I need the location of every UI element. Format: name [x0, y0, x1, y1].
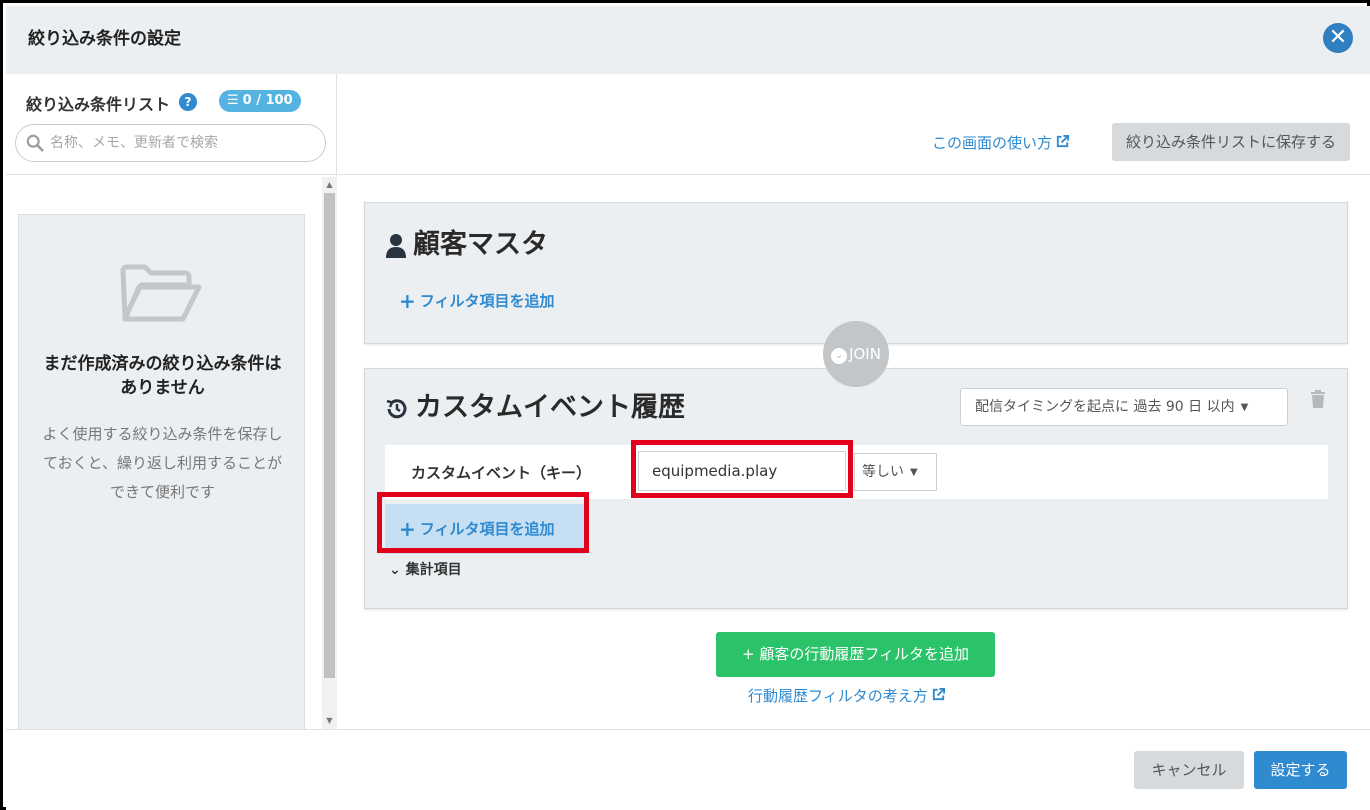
howto-link-label: この画面の使い方 — [931, 134, 1052, 152]
custom-event-card: カスタムイベント履歴 配信タイミングを起点に 過去 90 日 以内 ▼ カスタムイ… — [364, 368, 1348, 609]
plus-icon: + — [399, 517, 416, 541]
join-button[interactable]: ⌄ JOIN — [823, 321, 889, 387]
user-icon — [386, 233, 406, 258]
external-link-icon — [1056, 134, 1070, 148]
dialog-footer: キャンセル 設定する — [6, 729, 1370, 810]
howto-link[interactable]: この画面の使い方 — [932, 132, 1070, 153]
join-label: JOIN — [849, 345, 881, 363]
add-filter-label: フィルタ項目を追加 — [419, 292, 555, 310]
scroll-up-icon[interactable]: ▲ — [325, 181, 334, 189]
editor-toolbar: この画面の使い方 絞り込み条件リストに保存する — [338, 74, 1370, 175]
list-count-text: 0 / 100 — [242, 93, 293, 108]
add-filter-button-master[interactable]: + フィルタ項目を追加 — [399, 289, 554, 313]
empty-state-title: まだ作成済みの絞り込み条件はありません — [43, 354, 282, 398]
dialog-title: 絞り込み条件の設定 — [28, 29, 181, 49]
custom-event-title-text: カスタムイベント履歴 — [415, 392, 685, 423]
timing-select[interactable]: 配信タイミングを起点に 過去 90 日 以内 ▼ — [960, 388, 1288, 426]
search-box[interactable] — [15, 124, 326, 162]
chevron-down-icon: ⌄ — [831, 348, 848, 364]
aggregate-toggle[interactable]: ⌄ 集計項目 — [389, 559, 462, 579]
dialog: 絞り込み条件の設定 ✕ 絞り込み条件リスト ? ☰0 / 100 まだ作成済みの… — [0, 0, 1370, 810]
plus-icon: + — [399, 289, 416, 313]
add-filter-button-event[interactable]: + フィルタ項目を追加 — [385, 504, 585, 554]
filter-condition-row: カスタムイベント（キー） equipmedia.play 等しい ▼ — [385, 445, 1328, 499]
customer-master-title-text: 顧客マスタ — [413, 229, 548, 260]
external-link-icon — [932, 687, 945, 701]
plus-icon: + — [741, 645, 760, 663]
scroll-down-icon[interactable]: ▼ — [325, 717, 334, 725]
history-icon — [386, 398, 407, 418]
condition-value-input[interactable]: equipmedia.play — [638, 451, 846, 491]
caret-down-icon: ▼ — [1240, 402, 1249, 413]
folder-open-icon — [120, 264, 202, 322]
history-filter-guide-link[interactable]: 行動履歴フィルタの考え方 — [748, 685, 946, 706]
custom-event-title: カスタムイベント履歴 — [385, 385, 685, 424]
add-filter-label: フィルタ項目を追加 — [419, 520, 555, 538]
scrollbar-thumb[interactable] — [324, 193, 335, 678]
condition-list-body: まだ作成済みの絞り込み条件はありません よく使用する絞り込み条件を保存しておくと… — [6, 175, 337, 734]
empty-state-description: よく使用する絞り込み条件を保存しておくと、繰り返し利用することができて便利です — [42, 425, 283, 501]
trash-icon[interactable] — [1309, 389, 1327, 409]
cancel-button[interactable]: キャンセル — [1134, 751, 1244, 789]
condition-label: カスタムイベント（キー） — [411, 464, 592, 482]
list-icon: ☰ — [227, 93, 239, 108]
apply-button[interactable]: 設定する — [1254, 751, 1347, 789]
caret-down-icon: ▼ — [910, 467, 918, 478]
condition-list-title: 絞り込み条件リスト — [26, 95, 171, 114]
sidebar-scrollbar[interactable]: ▲ ▼ — [322, 177, 337, 729]
list-count-badge: ☰ 0 / 100 — [219, 90, 301, 112]
search-input[interactable] — [50, 131, 320, 155]
operator-select[interactable]: 等しい ▼ — [854, 453, 937, 491]
operator-value: 等しい — [862, 464, 904, 480]
aggregate-label: 集計項目 — [405, 562, 462, 578]
add-history-filter-label: 顧客の行動履歴フィルタを追加 — [759, 645, 970, 663]
timing-select-value: 配信タイミングを起点に 過去 90 日 以内 — [975, 399, 1235, 415]
customer-master-title: 顧客マスタ — [385, 222, 548, 261]
save-to-list-button[interactable]: 絞り込み条件リストに保存する — [1111, 123, 1350, 161]
close-icon[interactable]: ✕ — [1323, 23, 1353, 53]
help-icon[interactable]: ? — [179, 93, 197, 111]
dialog-header: 絞り込み条件の設定 ✕ — [6, 6, 1370, 74]
search-icon — [26, 134, 44, 152]
history-link-label: 行動履歴フィルタの考え方 — [748, 687, 928, 705]
empty-state: まだ作成済みの絞り込み条件はありません よく使用する絞り込み条件を保存しておくと… — [18, 214, 305, 734]
chevron-down-icon: ⌄ — [389, 562, 406, 578]
filter-editor: 顧客マスタ + フィルタ項目を追加 カスタムイベント履歴 配信タイミングを起点に … — [338, 175, 1370, 729]
condition-list-header: 絞り込み条件リスト ? ☰ 0 / 100 — [6, 74, 337, 175]
add-history-filter-button[interactable]: + 顧客の行動履歴フィルタを追加 — [716, 632, 995, 677]
